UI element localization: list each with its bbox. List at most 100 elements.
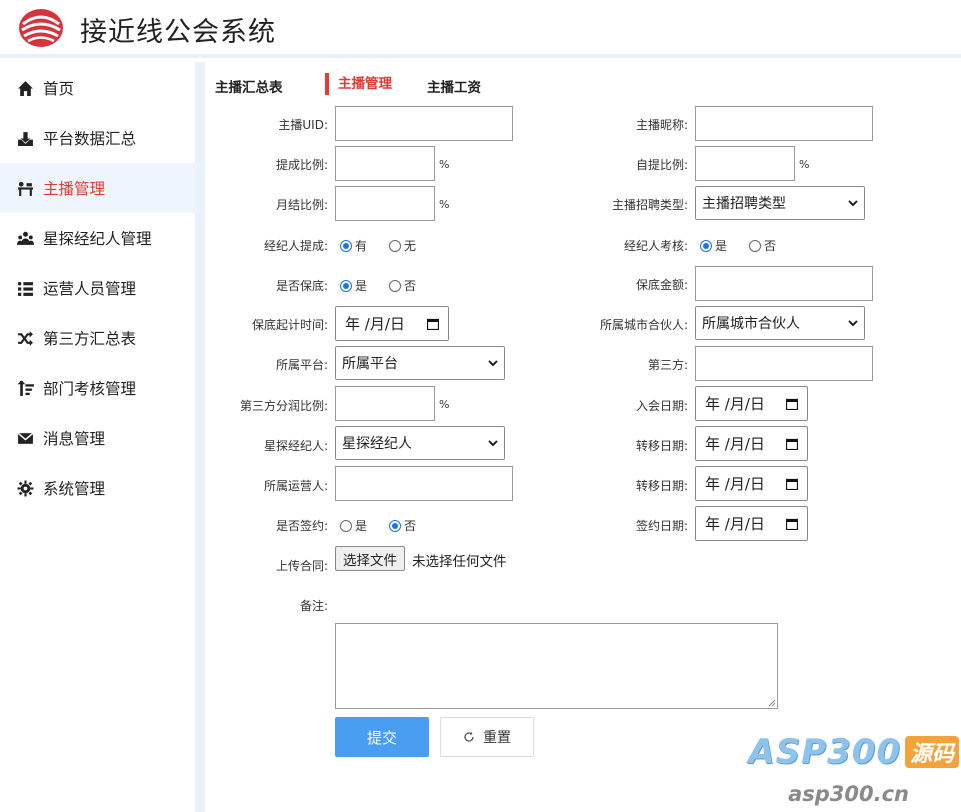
recruit-type-value: 主播招聘类型 [702,196,786,212]
guarantee-no[interactable]: 否 [389,277,416,294]
guarantee-amount-input[interactable] [695,266,873,301]
guarantee-amount-label: 保底金额: [635,278,688,292]
chevron-down-icon [488,360,498,367]
watermark-brand: ASP300 [748,732,901,772]
self-commission-label: 自提比例: [635,158,688,172]
guarantee-start-date[interactable]: 年 /月/日 [335,306,449,341]
city-partner-label: 所属城市合伙人: [599,318,688,332]
radio-checked[interactable] [700,239,712,252]
percent-unit: % [439,158,450,171]
shuffle-icon [15,328,35,348]
radio-unchecked[interactable] [389,279,402,292]
agent-commission-yes[interactable]: 有 [340,237,367,254]
commission-label: 提成比例: [275,158,328,172]
transfer-date-input[interactable]: 年 /月/日 [695,426,808,461]
city-partner-value: 所属城市合伙人 [702,316,800,332]
agent-review-yes[interactable]: 是 [700,237,727,254]
chevron-down-icon [488,440,498,447]
third-party-share-input[interactable] [335,386,435,421]
third-party-input[interactable] [695,346,873,381]
sidebar-item-system-management[interactable]: 系统管理 [0,463,195,513]
anchor-desk-icon [15,178,35,198]
reset-button[interactable]: 重置 [440,717,534,757]
watermark-url: asp300.cn [788,782,909,806]
calendar-icon[interactable] [427,318,439,330]
resize-handle-icon[interactable] [768,699,776,707]
self-commission-input[interactable] [695,146,795,181]
radio-checked[interactable] [340,239,352,252]
sidebar-item-label: 平台数据汇总 [43,130,137,148]
sidebar-item-label: 系统管理 [43,480,106,498]
calendar-icon[interactable] [786,478,798,490]
uid-input[interactable] [335,106,513,141]
monthly-label: 月结比例: [275,198,328,212]
sidebar-item-third-party-summary[interactable]: 第三方汇总表 [0,313,195,363]
platform-select[interactable]: 所属平台 [335,346,505,380]
tab-anchor-management[interactable]: 主播管理 [325,73,392,95]
sidebar-item-label: 星探经纪人管理 [43,230,152,248]
nickname-input[interactable] [695,106,873,141]
third-party-label: 第三方: [647,358,688,372]
sidebar: 首页 平台数据汇总 主播管理 星探经纪人管理 运营人员管理 第三方汇总表 部门考… [0,62,195,812]
percent-unit: % [439,198,450,211]
sidebar-item-operator-management[interactable]: 运营人员管理 [0,263,195,313]
sign-date-input[interactable]: 年 /月/日 [695,506,808,541]
transfer-date2-label: 转移日期: [635,479,688,493]
tab-anchor-summary[interactable]: 主播汇总表 [215,76,283,96]
choose-file-button[interactable]: 选择文件 [335,546,405,571]
percent-unit: % [799,158,810,171]
sidebar-item-dept-assessment[interactable]: 部门考核管理 [0,363,195,413]
recruit-type-label: 主播招聘类型: [611,198,688,212]
sidebar-item-message-management[interactable]: 消息管理 [0,413,195,463]
sidebar-item-label: 部门考核管理 [43,380,137,398]
chart-download-icon [15,128,35,148]
sidebar-item-label: 运营人员管理 [43,280,137,298]
calendar-icon[interactable] [786,518,798,530]
agent-commission-no[interactable]: 无 [389,237,416,254]
guarantee-yes[interactable]: 是 [340,277,367,294]
radio-unchecked[interactable] [749,239,762,252]
agent-review-no[interactable]: 否 [749,237,776,254]
calendar-icon[interactable] [786,438,798,450]
city-partner-select[interactable]: 所属城市合伙人 [695,306,865,340]
sidebar-item-scout-agent-management[interactable]: 星探经纪人管理 [0,213,195,263]
upload-label: 上传合同: [275,559,328,573]
sidebar-item-anchor-management[interactable]: 主播管理 [0,163,195,213]
sort-icon [15,378,35,398]
radio-unchecked[interactable] [389,239,402,252]
radio-checked[interactable] [389,519,402,532]
sidebar-item-label: 第三方汇总表 [43,330,137,348]
operator-input[interactable] [335,466,513,501]
signed-no[interactable]: 否 [389,517,416,534]
remark-textarea[interactable] [335,623,778,709]
refresh-icon [464,731,474,742]
sidebar-item-label: 主播管理 [43,180,106,198]
signed-radios: 是 否 [340,517,416,534]
sidebar-item-platform-data[interactable]: 平台数据汇总 [0,113,195,163]
commission-input[interactable] [335,146,435,181]
transfer-date-label: 转移日期: [635,439,688,453]
chevron-down-icon [848,320,858,327]
signed-yes[interactable]: 是 [340,517,367,534]
tab-anchor-salary[interactable]: 主播工资 [427,76,481,96]
agent-commission-label: 经纪人提成: [263,239,328,253]
scout-select[interactable]: 星探经纪人 [335,426,505,460]
recruit-type-select[interactable]: 主播招聘类型 [695,186,865,220]
radio-unchecked[interactable] [340,519,352,532]
monthly-input[interactable] [335,186,435,221]
join-date-label: 入会日期: [635,399,688,413]
sidebar-item-home[interactable]: 首页 [0,63,195,113]
scout-label: 星探经纪人: [263,439,328,453]
chevron-down-icon [848,200,858,207]
submit-button[interactable]: 提交 [335,717,429,757]
calendar-icon[interactable] [786,398,798,410]
platform-value: 所属平台 [342,356,398,372]
agent-commission-radios: 有 无 [340,237,416,254]
agent-review-label: 经纪人考核: [623,239,688,253]
main-content: 主播汇总表 主播管理 主播工资 主播UID: 主播昵称: 提成比例: % 自提比… [205,62,961,812]
app-title: 接近线公会系统 [80,17,276,48]
radio-checked[interactable] [340,279,352,292]
transfer-date2-input[interactable]: 年 /月/日 [695,466,808,501]
sidebar-item-label: 消息管理 [43,430,106,448]
join-date-input[interactable]: 年 /月/日 [695,386,808,421]
